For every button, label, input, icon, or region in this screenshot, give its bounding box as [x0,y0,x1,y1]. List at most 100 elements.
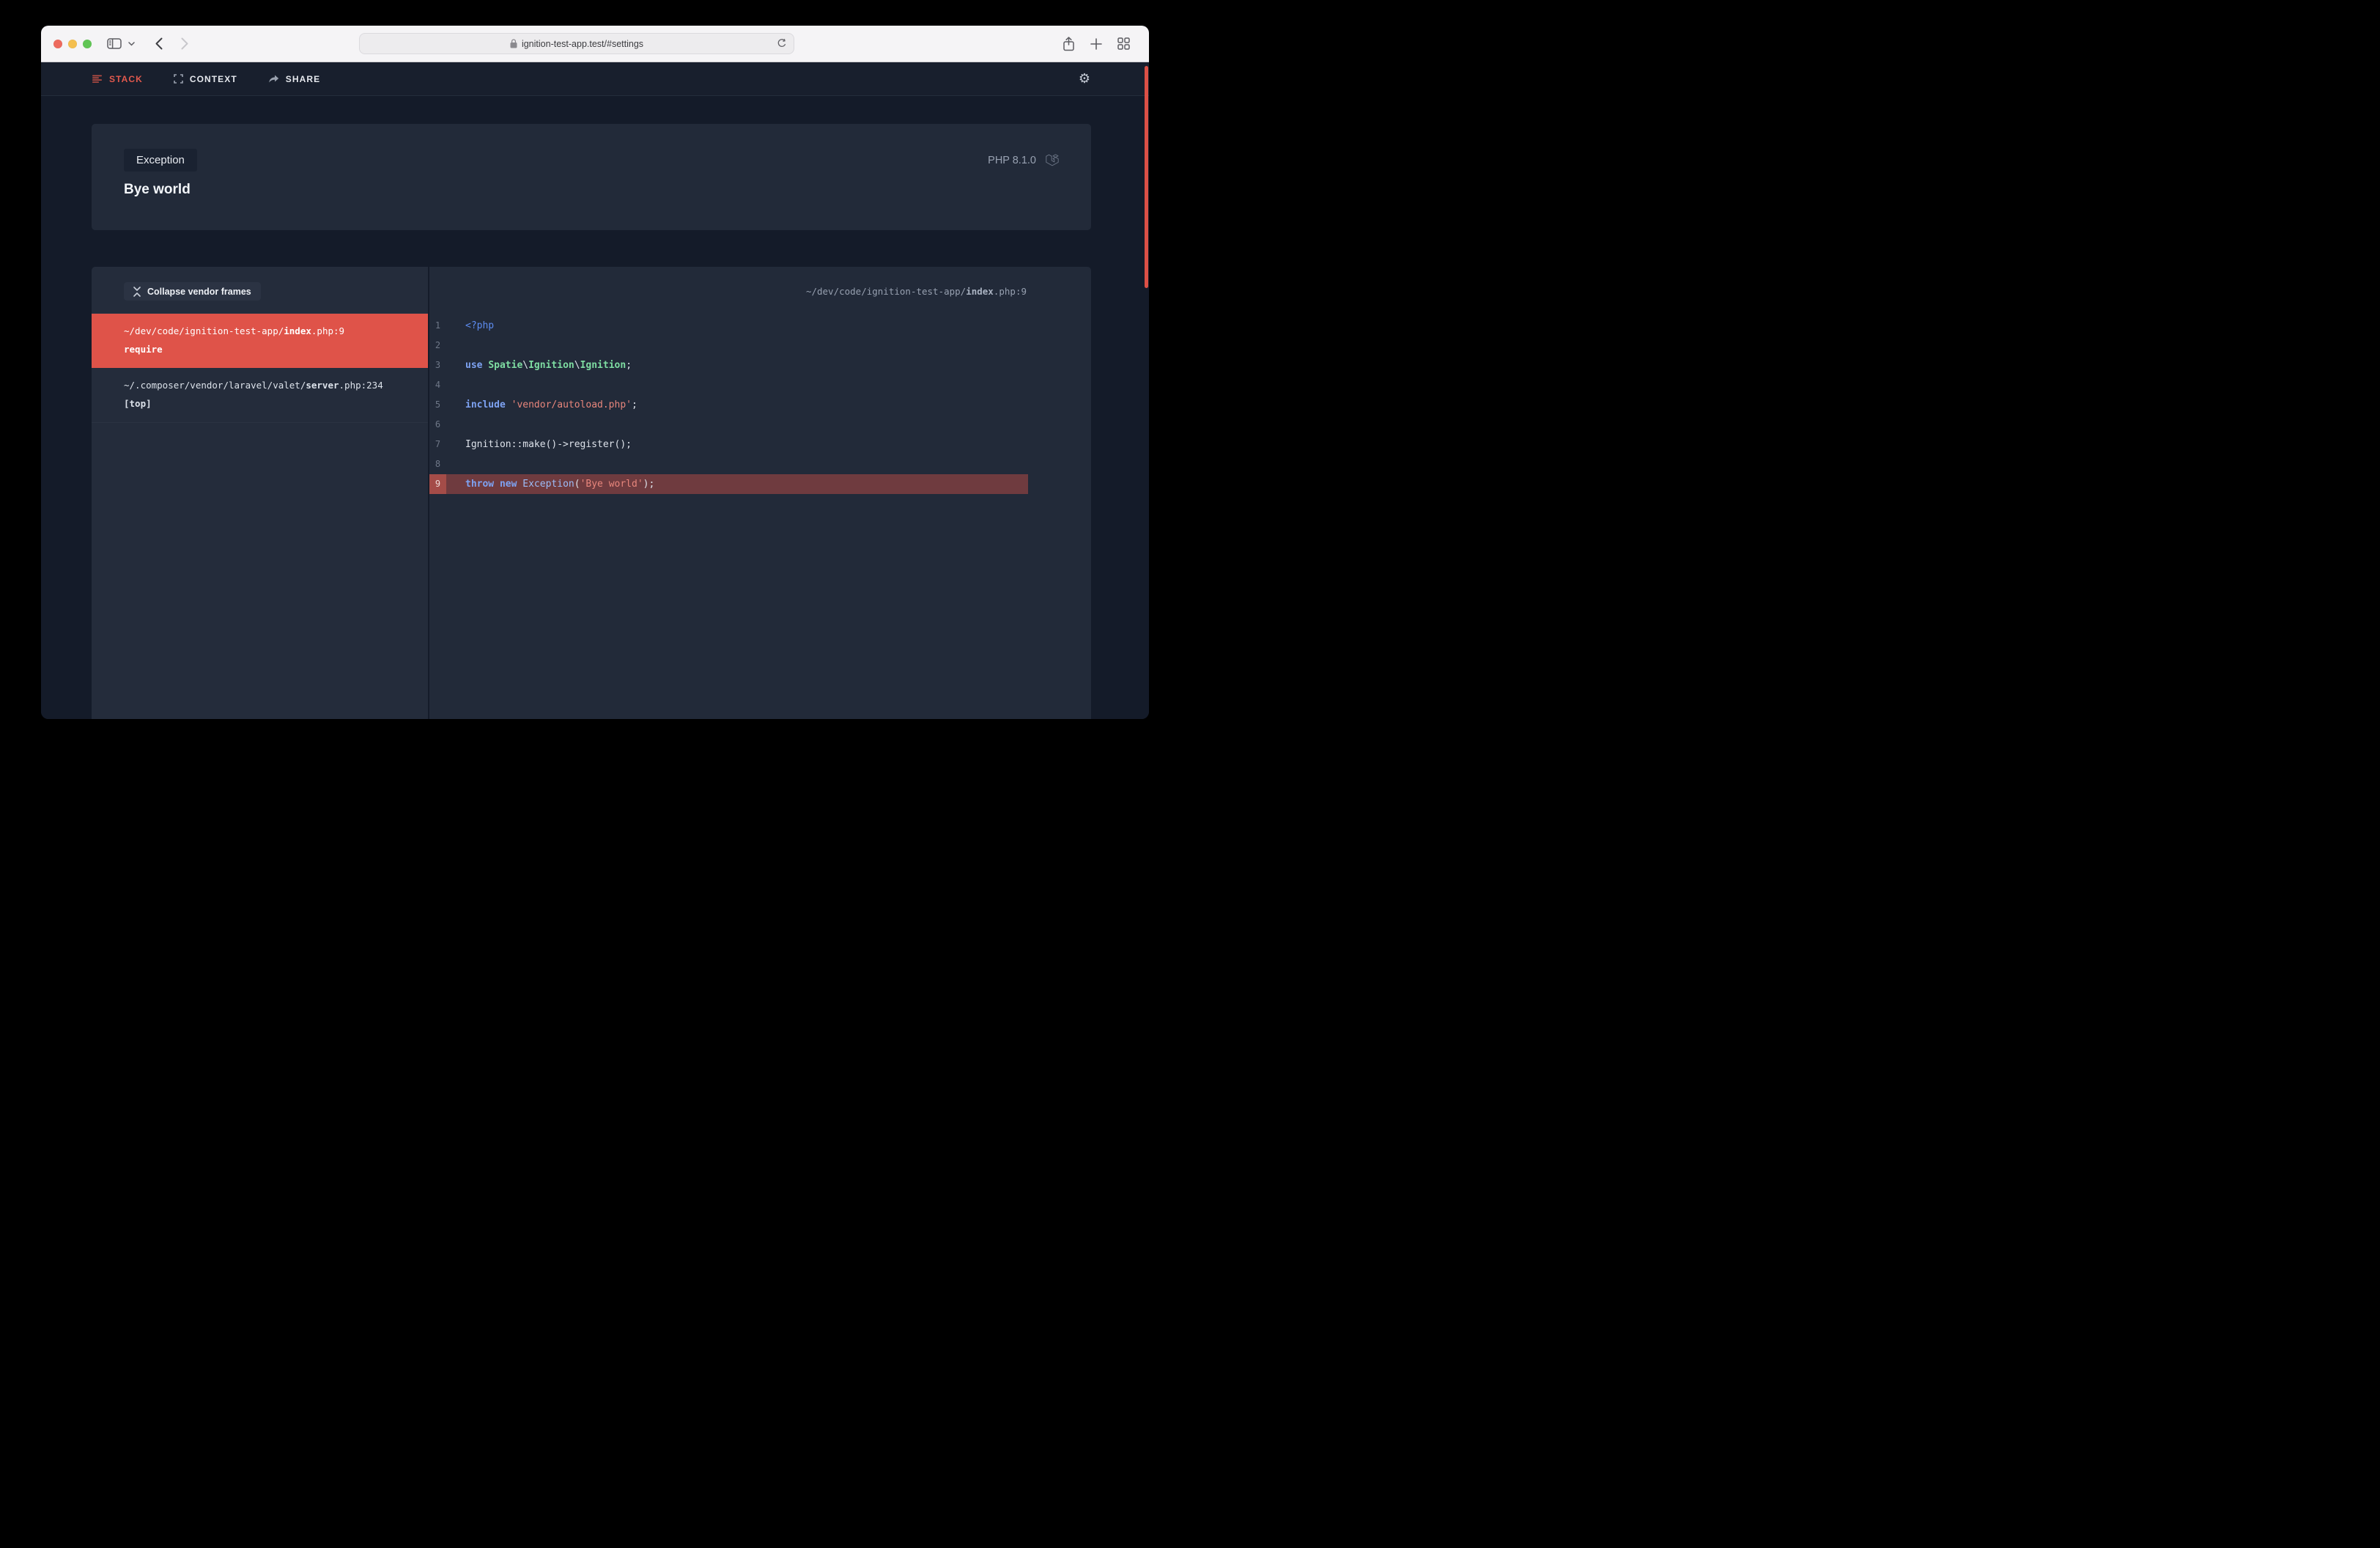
frame-path-file: index [284,325,311,336]
frame-path-prefix: ~/.composer/vendor/laravel/valet/ [124,380,306,391]
address-bar[interactable]: ignition-test-app.test/#settings [359,33,794,54]
code-token: ); [643,479,655,490]
frames-list: ~/dev/code/ignition-test-app/index.php:9… [92,314,428,423]
code-token: throw [465,479,494,490]
back-icon[interactable] [155,37,163,50]
tab-context[interactable]: CONTEXT [174,74,237,84]
code-line-text [446,415,465,435]
code-token: ( [574,479,580,490]
code-token: <?php [465,320,494,331]
code-line-text: throw new Exception('Bye world'); [446,474,654,494]
tab-stack[interactable]: STACK [92,74,143,84]
code-line: 6 [429,415,1028,435]
code-line-text [446,375,465,395]
reload-icon[interactable] [777,38,787,48]
code-token: use [465,360,482,371]
line-number: 2 [429,336,446,355]
code-token [494,479,500,490]
new-tab-icon[interactable] [1090,38,1102,50]
exception-card: Exception PHP 8.1.0 Bye world [92,124,1091,230]
code-token: Ignition::make()->register(); [465,439,632,450]
page-content: Exception PHP 8.1.0 Bye world [41,96,1149,719]
frame-path-file: server [306,380,339,391]
exception-type-badge: Exception [124,149,197,172]
frames-panel: Collapse vendor frames ~/dev/code/igniti… [92,267,428,719]
collapse-button-label: Collapse vendor frames [147,287,251,297]
php-version-chip: PHP 8.1.0 [988,153,1059,167]
line-number: 5 [429,395,446,415]
code-file-path: ~/dev/code/ignition-test-app/index.php:9 [429,267,1091,314]
tab-share-label: SHARE [286,74,320,84]
lock-icon [510,39,517,48]
frame-path-suffix: .php:9 [311,325,344,336]
code-token: Ignition [528,360,574,371]
frame-method: require [124,340,406,358]
collapse-vendor-frames-button[interactable]: Collapse vendor frames [124,282,261,301]
code-line-text: include 'vendor/autoload.php'; [446,395,638,415]
code-token: ; [626,360,632,371]
code-line: 9throw new Exception('Bye world'); [429,474,1028,494]
exception-message: Bye world [124,182,1059,198]
code-path-suffix: .php:9 [994,286,1027,297]
code-line: 8 [429,454,1028,474]
code-token: new [500,479,517,490]
code-line: 1 <?php [429,316,1028,336]
browser-toolbar: ignition-test-app.test/#settings [41,26,1149,62]
forward-icon[interactable] [181,37,188,50]
code-line-text: <?php [446,316,494,336]
frames-panel-header: Collapse vendor frames [92,267,428,314]
code-line: 5include 'vendor/autoload.php'; [429,395,1028,415]
code-token: include [465,399,506,410]
code-path-prefix: ~/dev/code/ignition-test-app/ [806,286,966,297]
code-token: Ignition [580,360,627,371]
tab-context-label: CONTEXT [190,74,237,84]
line-number: 8 [429,454,446,474]
stack-frame[interactable]: ~/.composer/vendor/laravel/valet/server.… [92,368,428,423]
code-line-text: Ignition::make()->register(); [446,435,632,454]
chevron-down-icon[interactable] [128,42,135,46]
code-token: Exception [522,479,574,490]
gear-icon[interactable]: ⚙ [1079,73,1090,86]
php-version-label: PHP 8.1.0 [988,155,1036,166]
line-number: 7 [429,435,446,454]
code-token [506,399,511,410]
code-line-text [446,454,465,474]
line-number: 1 [429,316,446,336]
window-controls [53,40,92,48]
code-line: 2 [429,336,1028,355]
code-line-text: use Spatie\Ignition\Ignition; [446,355,632,375]
code-token: \ [574,360,580,371]
frame-path-prefix: ~/dev/code/ignition-test-app/ [124,325,284,336]
tab-overview-icon[interactable] [1117,37,1130,50]
line-number: 4 [429,375,446,395]
frame-path: ~/.composer/vendor/laravel/valet/server.… [124,376,406,394]
browser-window: ignition-test-app.test/#settings [41,26,1149,719]
code-token: ; [632,399,638,410]
tab-stack-label: STACK [109,74,143,84]
close-window-button[interactable] [53,40,62,48]
code-line: 7 Ignition::make()->register(); [429,435,1028,454]
stack-frame[interactable]: ~/dev/code/ignition-test-app/index.php:9… [92,314,428,368]
minimize-window-button[interactable] [68,40,77,48]
url-text: ignition-test-app.test/#settings [522,39,643,49]
ignition-page: STACK CONTEXT SHARE ⚙ [41,62,1149,719]
context-icon [174,74,183,84]
code-path-file: index [966,286,994,297]
toolbar-right-icons [1062,26,1130,62]
share-icon [268,75,279,84]
ignition-navbar: STACK CONTEXT SHARE ⚙ [41,62,1149,96]
laravel-icon [1046,153,1059,167]
page-scrollbar[interactable] [1145,66,1148,288]
zoom-window-button[interactable] [83,40,92,48]
frame-path: ~/dev/code/ignition-test-app/index.php:9 [124,322,406,340]
line-number: 9 [429,474,446,494]
line-number: 6 [429,415,446,435]
code-token: \ [522,360,528,371]
collapse-icon [133,287,141,297]
frame-path-suffix: .php:234 [339,380,383,391]
tab-share[interactable]: SHARE [268,74,320,84]
frame-method: [top] [124,394,406,413]
sidebar-icon[interactable] [107,38,122,49]
stack-trace-card: Collapse vendor frames ~/dev/code/igniti… [92,267,1091,719]
share-sheet-icon[interactable] [1062,37,1075,51]
